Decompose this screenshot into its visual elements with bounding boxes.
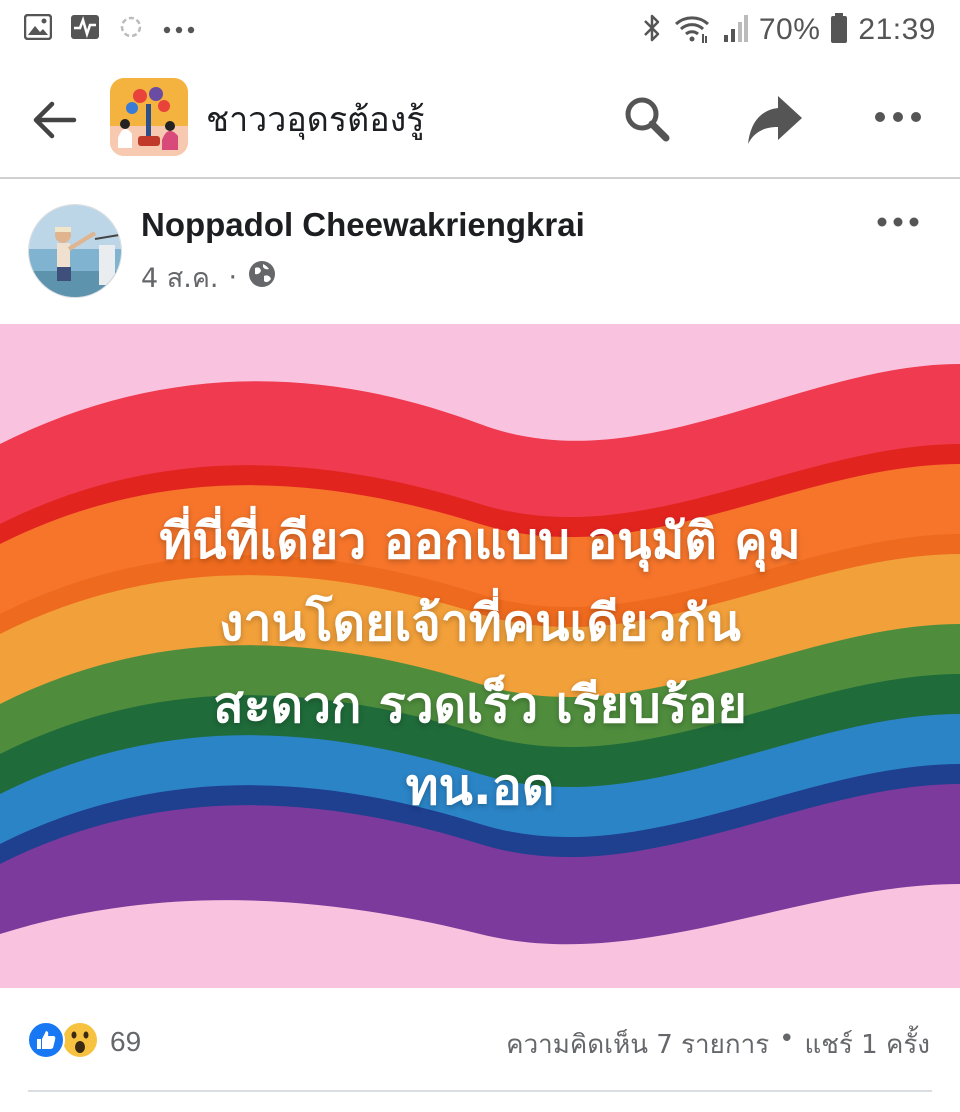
back-arrow-icon: [33, 101, 77, 139]
post-date[interactable]: 4 ส.ค.: [141, 256, 218, 299]
post-text-overlay: ที่นี่ที่เดียว ออกแบบ อนุมัติ คุม งานโดย…: [40, 500, 920, 828]
battery-percent: 70%: [758, 13, 821, 46]
group-header: ชาววอุดรต้องรู้: [0, 62, 960, 176]
more-icon: [875, 112, 921, 122]
post-header: Noppadol Cheewakriengkrai 4 ส.ค. ·: [0, 190, 960, 320]
author-avatar[interactable]: [28, 204, 122, 298]
post-image[interactable]: ที่นี่ที่เดียว ออกแบบ อนุมัติ คุม งานโดย…: [0, 324, 960, 988]
battery-icon: [830, 12, 848, 48]
summary-bullet: •: [779, 1024, 795, 1054]
sync-icon: [118, 14, 144, 44]
post-more-button[interactable]: [872, 210, 924, 234]
post-text-line-4: ทน.อด: [405, 758, 555, 816]
image-icon: [23, 13, 53, 44]
like-reaction-icon: [26, 1020, 66, 1064]
clock: 21:39: [858, 13, 936, 46]
share-icon: [748, 96, 802, 144]
post-text-line-2: งานโดยเจ้าที่คนเดียวกัน: [219, 594, 741, 652]
bluetooth-icon: [641, 12, 663, 48]
comments-count[interactable]: ความคิดเห็น 7 รายการ: [506, 1024, 769, 1065]
engagement-summary: ความคิดเห็น 7 รายการ • แชร์ 1 ครั้ง: [506, 1024, 930, 1065]
footer-divider: [28, 1090, 932, 1092]
post-meta: 4 ส.ค. ·: [141, 256, 277, 299]
search-icon: [625, 97, 670, 142]
shares-count[interactable]: แชร์ 1 ครั้ง: [805, 1024, 931, 1065]
meta-separator: ·: [228, 262, 238, 293]
status-left-icons: [23, 13, 196, 44]
group-title[interactable]: ชาววอุดรต้องรู้: [206, 92, 424, 146]
post-footer: 69 ความคิดเห็น 7 รายการ • แชร์ 1 ครั้ง: [0, 1000, 960, 1090]
reaction-summary[interactable]: 69: [26, 1020, 141, 1064]
group-avatar[interactable]: [110, 78, 188, 156]
search-button[interactable]: [618, 90, 678, 150]
post-author[interactable]: Noppadol Cheewakriengkrai: [141, 206, 585, 244]
wifi-icon: [673, 12, 713, 48]
globe-icon: [247, 259, 277, 296]
header-divider: [0, 177, 960, 179]
signal-icon: [723, 13, 749, 47]
reaction-count: 69: [110, 1026, 142, 1057]
post-text-line-3: สะดวก รวดเร็ว เรียบร้อย: [213, 676, 747, 734]
status-bar: 70% 21:39: [0, 0, 960, 60]
activity-icon: [70, 14, 100, 44]
back-button[interactable]: [26, 92, 82, 148]
more-dots-icon: [162, 20, 196, 39]
post-text-line-1: ที่นี่ที่เดียว ออกแบบ อนุมัติ คุม: [159, 512, 801, 570]
post-more-icon: [877, 217, 919, 227]
status-right-icons: 70% 21:39: [641, 10, 936, 50]
share-button[interactable]: [742, 90, 808, 150]
wow-reaction-icon: [60, 1020, 100, 1064]
more-options-button[interactable]: [868, 102, 928, 132]
